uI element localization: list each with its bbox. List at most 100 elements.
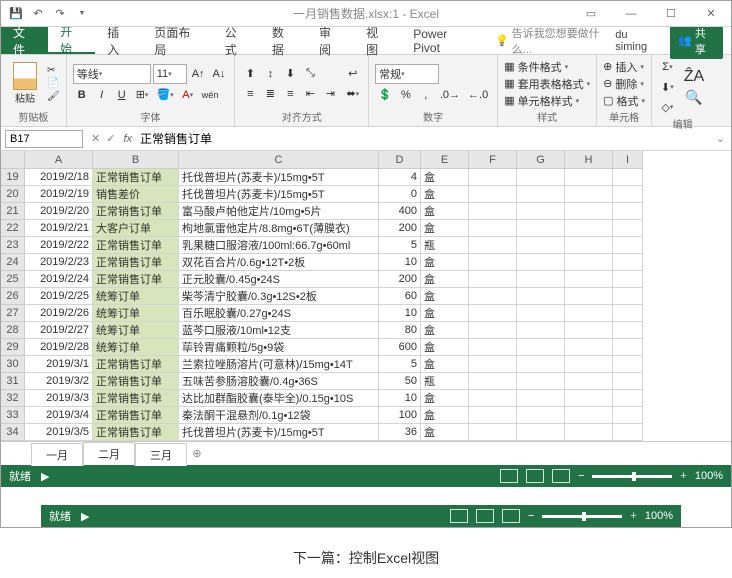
cell[interactable]: 正常销售订单 [93, 373, 179, 390]
cell[interactable]: 盒 [421, 169, 469, 186]
cell[interactable]: 10 [379, 390, 421, 407]
insert-cells-button[interactable]: ⊕ 插入 ▾ [603, 59, 645, 75]
cell[interactable]: 2019/2/21 [25, 220, 93, 237]
undo-icon[interactable]: ↶ [29, 5, 47, 23]
cell[interactable] [469, 373, 517, 390]
cell[interactable] [565, 356, 613, 373]
maximize-icon[interactable]: ☐ [651, 1, 691, 27]
cell[interactable]: 正常销售订单 [93, 390, 179, 407]
bold-button[interactable]: B [73, 86, 91, 104]
row-header[interactable]: 26 [1, 288, 25, 305]
cell[interactable] [469, 220, 517, 237]
row-header[interactable]: 19 [1, 169, 25, 186]
wrap-text-icon[interactable]: ↩ [343, 65, 362, 83]
row-header[interactable]: 23 [1, 237, 25, 254]
cell[interactable]: 盒 [421, 271, 469, 288]
italic-button[interactable]: I [93, 86, 111, 104]
cell[interactable]: 正常销售订单 [93, 203, 179, 220]
cell[interactable] [517, 407, 565, 424]
cell[interactable]: 2019/3/1 [25, 356, 93, 373]
cell[interactable] [613, 288, 643, 305]
cell[interactable]: 2019/2/27 [25, 322, 93, 339]
cell[interactable] [565, 390, 613, 407]
cell[interactable]: 托伐普坦片(苏麦卡)/15mg•5T [179, 169, 379, 186]
cell[interactable]: 统筹订单 [93, 288, 179, 305]
cell[interactable]: 50 [379, 373, 421, 390]
sort-filter-icon[interactable]: ẐA [681, 68, 707, 86]
cell[interactable] [613, 305, 643, 322]
cell[interactable] [613, 169, 643, 186]
sheet-tab-jan[interactable]: 一月 [31, 443, 83, 466]
cell[interactable] [517, 305, 565, 322]
number-format-select[interactable]: 常规 ▾ [375, 64, 439, 84]
tab-power-pivot[interactable]: Power Pivot [401, 27, 487, 54]
clear-icon[interactable]: ◇ ▾ [658, 98, 677, 116]
cell[interactable]: 盒 [421, 254, 469, 271]
formula-input[interactable] [136, 130, 710, 148]
zoom-out-icon[interactable]: − [578, 470, 584, 482]
cell[interactable]: 盒 [421, 305, 469, 322]
col-header-H[interactable]: H [565, 151, 613, 169]
cell[interactable]: 2019/3/4 [25, 407, 93, 424]
cell[interactable] [517, 271, 565, 288]
cell[interactable]: 80 [379, 322, 421, 339]
cell[interactable]: 盒 [421, 424, 469, 441]
row-header[interactable]: 24 [1, 254, 25, 271]
zoom-slider[interactable] [592, 475, 672, 478]
cell[interactable]: 百乐眠胶囊/0.27g•24S [179, 305, 379, 322]
cell[interactable] [469, 339, 517, 356]
cell[interactable]: 盒 [421, 322, 469, 339]
currency-icon[interactable]: 💲 [375, 86, 395, 104]
cell[interactable]: 2019/2/26 [25, 305, 93, 322]
cell[interactable]: 2019/3/2 [25, 373, 93, 390]
cell[interactable] [517, 356, 565, 373]
cell[interactable]: 托伐普坦片(苏麦卡)/15mg•5T [179, 186, 379, 203]
cell[interactable] [469, 322, 517, 339]
cell[interactable] [517, 373, 565, 390]
cell[interactable] [565, 203, 613, 220]
cell[interactable] [517, 220, 565, 237]
share-button[interactable]: 👥 共享 [670, 23, 723, 59]
cell[interactable] [469, 356, 517, 373]
expand-formula-icon[interactable]: ⌄ [710, 132, 731, 145]
close-icon[interactable]: ✕ [691, 1, 731, 27]
cell[interactable] [613, 373, 643, 390]
cell[interactable] [469, 424, 517, 441]
cell[interactable] [565, 271, 613, 288]
cell[interactable]: 200 [379, 220, 421, 237]
cell[interactable] [565, 305, 613, 322]
cell[interactable] [517, 339, 565, 356]
cell[interactable]: 正常销售订单 [93, 356, 179, 373]
cell[interactable]: 双花百合片/0.6g•12T•2板 [179, 254, 379, 271]
enter-formula-icon[interactable]: ✓ [106, 132, 115, 145]
cell[interactable] [469, 254, 517, 271]
align-left-icon[interactable]: ≡ [241, 85, 259, 103]
cell[interactable] [613, 424, 643, 441]
tab-file[interactable]: 文件 [1, 27, 48, 54]
row-header[interactable]: 25 [1, 271, 25, 288]
cell[interactable] [565, 339, 613, 356]
align-middle-icon[interactable]: ↕ [261, 65, 279, 83]
fx-icon[interactable]: fx [119, 133, 136, 145]
indent-increase-icon[interactable]: ⇥ [321, 85, 339, 103]
row-header[interactable]: 33 [1, 407, 25, 424]
cell[interactable] [565, 220, 613, 237]
cell[interactable]: 柴芩清宁胶囊/0.3g•12S•2板 [179, 288, 379, 305]
font-size-select[interactable]: 11 ▾ [153, 64, 187, 84]
decrease-decimal-icon[interactable]: ←.0 [465, 86, 491, 104]
cell[interactable] [517, 254, 565, 271]
cell[interactable] [613, 407, 643, 424]
cell[interactable]: 托伐普坦片(苏麦卡)/15mg•5T [179, 424, 379, 441]
align-top-icon[interactable]: ⬆ [241, 65, 259, 83]
cell[interactable]: 2019/2/25 [25, 288, 93, 305]
row-header[interactable]: 30 [1, 356, 25, 373]
row-header[interactable]: 22 [1, 220, 25, 237]
cell[interactable]: 10 [379, 305, 421, 322]
row-header[interactable]: 34 [1, 424, 25, 441]
cell[interactable]: 盒 [421, 220, 469, 237]
cell[interactable] [613, 339, 643, 356]
cell[interactable] [565, 288, 613, 305]
cell[interactable]: 统筹订单 [93, 339, 179, 356]
cell[interactable] [469, 288, 517, 305]
cell[interactable]: 2019/2/23 [25, 254, 93, 271]
